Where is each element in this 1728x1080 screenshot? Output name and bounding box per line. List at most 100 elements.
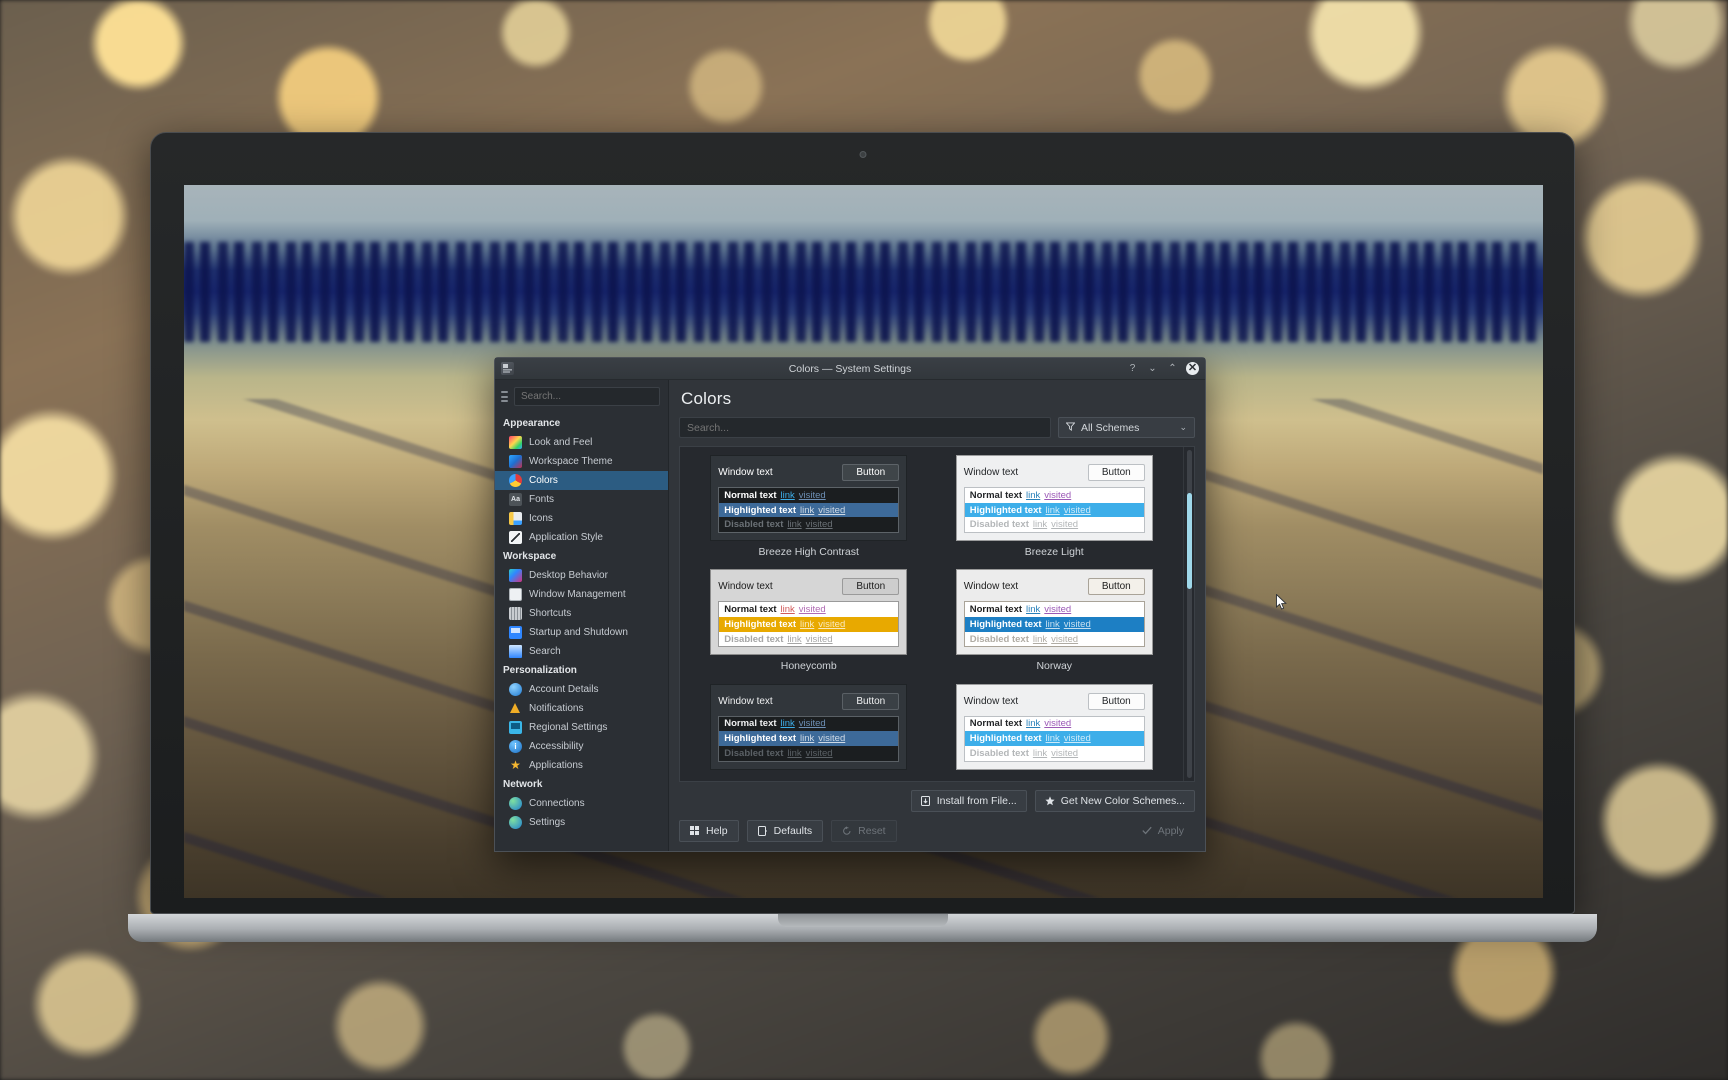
get-new-color-schemes-button[interactable]: Get New Color Schemes... (1034, 790, 1195, 812)
preview-link[interactable]: link (800, 505, 814, 516)
install-from-file-button[interactable]: Install from File... (910, 790, 1027, 812)
scheme-cell[interactable]: Window text Button Normal text link visited H… (686, 455, 932, 569)
sidebar-item-account-details[interactable]: Account Details (495, 680, 668, 699)
scrollbar-thumb[interactable] (1187, 493, 1192, 589)
preview-row-label: Highlighted text (969, 733, 1042, 745)
sidebar-search-input[interactable] (514, 387, 660, 406)
sidebar-item-workspace-theme[interactable]: Workspace Theme (495, 452, 668, 471)
applications-icon: ★ (510, 758, 521, 772)
defaults-button[interactable]: Defaults (746, 820, 824, 842)
sidebar-item-notifications[interactable]: Notifications (495, 699, 668, 718)
scheme-scrollbar[interactable] (1183, 447, 1194, 781)
preview-visited-link[interactable]: visited (1044, 604, 1071, 615)
scheme-preview[interactable]: Window text Button Normal text link visited H… (955, 683, 1153, 770)
preview-visited-link[interactable]: visited (806, 748, 833, 759)
preview-link[interactable]: link (1046, 733, 1060, 744)
preview-link[interactable]: link (1026, 718, 1040, 729)
window-title: Colors — System Settings (788, 362, 912, 375)
preview-visited-link[interactable]: visited (799, 490, 826, 501)
preview-link[interactable]: link (1046, 505, 1060, 516)
preview-visited-link[interactable]: visited (1051, 634, 1078, 645)
sidebar-item-settings[interactable]: Settings (495, 813, 668, 832)
preview-row-disabled: Disabled text link visited (965, 517, 1144, 532)
sidebar-item-icons[interactable]: Icons (495, 509, 668, 528)
sidebar-item-accessibility[interactable]: Accessibility (495, 737, 668, 756)
scheme-preview[interactable]: Window text Button Normal text link visited H… (955, 455, 1153, 541)
preview-visited-link[interactable]: visited (818, 619, 845, 630)
preview-button[interactable]: Button (1087, 464, 1145, 481)
preview-link[interactable]: link (787, 748, 801, 759)
preview-link[interactable]: link (787, 519, 801, 530)
preview-visited-link[interactable]: visited (818, 505, 845, 516)
sidebar-item-label: Notifications (529, 703, 584, 714)
preview-link[interactable]: link (787, 634, 801, 645)
preview-link[interactable]: link (1046, 619, 1060, 630)
minimize-button[interactable]: ⌄ (1146, 362, 1159, 375)
preview-link[interactable]: link (1026, 604, 1040, 615)
preview-visited-link[interactable]: visited (818, 733, 845, 744)
preview-window-text: Window text (718, 467, 773, 478)
preview-row-label: Normal text (969, 489, 1023, 501)
sidebar-item-application-style[interactable]: Application Style (495, 528, 668, 547)
preview-button[interactable]: Button (842, 464, 900, 481)
preview-button[interactable]: Button (842, 692, 900, 710)
preview-link[interactable]: link (800, 619, 814, 630)
preview-link[interactable]: link (1026, 490, 1040, 501)
sidebar-item-startup-and-shutdown[interactable]: Startup and Shutdown (495, 623, 668, 642)
preview-view: Normal text link visited Highlighted text li… (718, 601, 900, 648)
preview-link[interactable]: link (1033, 748, 1047, 759)
sidebar-item-window-management[interactable]: Window Management (495, 585, 668, 604)
preview-visited-link[interactable]: visited (1051, 519, 1078, 530)
sidebar-item-desktop-behavior[interactable]: Desktop Behavior (495, 566, 668, 585)
preview-link[interactable]: link (781, 490, 795, 501)
scheme-search-input[interactable] (679, 417, 1051, 438)
preview-link[interactable]: link (781, 604, 795, 615)
scheme-cell[interactable]: Window text Button Normal text link visited H… (932, 683, 1178, 781)
window-titlebar[interactable]: Colors — System Settings ? ⌄ ⌃ ✕ (495, 358, 1205, 380)
sidebar-item-colors[interactable]: Colors (495, 471, 668, 490)
maximize-button[interactable]: ⌃ (1166, 362, 1179, 375)
scheme-cell[interactable]: Window text Button Normal text link visited H… (686, 569, 932, 683)
preview-visited-link[interactable]: visited (799, 604, 826, 615)
scheme-preview[interactable]: Window text Button Normal text link visited H… (710, 455, 908, 541)
scheme-cell[interactable]: Window text Button Normal text link visited H… (932, 455, 1178, 569)
sidebar-item-search[interactable]: Search (495, 642, 668, 661)
preview-visited-link[interactable]: visited (1064, 505, 1091, 516)
preview-button[interactable]: Button (1087, 578, 1145, 596)
scheme-cell[interactable]: Window text Button Normal text link visited H… (686, 683, 932, 781)
sidebar-item-applications[interactable]: ★ Applications (495, 756, 668, 775)
sidebar-item-connections[interactable]: Connections (495, 794, 668, 813)
scheme-preview[interactable]: Window text Button Normal text link visited H… (955, 569, 1153, 656)
preview-link[interactable]: link (1033, 634, 1047, 645)
help-button[interactable]: Help (679, 820, 739, 842)
preview-visited-link[interactable]: visited (1064, 619, 1091, 630)
preview-visited-link[interactable]: visited (1044, 490, 1071, 501)
preview-visited-link[interactable]: visited (1064, 733, 1091, 744)
sidebar-item-regional-settings[interactable]: Regional Settings (495, 718, 668, 737)
preview-button[interactable]: Button (1087, 692, 1145, 710)
preview-visited-link[interactable]: visited (1051, 748, 1078, 759)
hamburger-menu-icon[interactable] (501, 391, 508, 402)
preview-button[interactable]: Button (842, 578, 900, 596)
scheme-cell[interactable]: Window text Button Normal text link visited H… (932, 569, 1178, 683)
preview-header: Window text Button (718, 464, 900, 481)
preview-visited-link[interactable]: visited (799, 718, 826, 729)
sidebar-item-shortcuts[interactable]: Shortcuts (495, 604, 668, 623)
preview-visited-link[interactable]: visited (806, 519, 833, 530)
footer-button-label: Defaults (773, 825, 813, 837)
scheme-preview[interactable]: Window text Button Normal text link visited H… (710, 569, 908, 656)
scheme-filter-dropdown[interactable]: All Schemes ⌄ (1058, 417, 1195, 438)
help-button[interactable]: ? (1126, 362, 1139, 375)
preview-link[interactable]: link (1033, 519, 1047, 530)
sidebar-item-look-and-feel[interactable]: Look and Feel (495, 433, 668, 452)
preview-link[interactable]: link (781, 718, 795, 729)
close-button[interactable]: ✕ (1186, 362, 1199, 375)
preview-row-label: Disabled text (969, 747, 1029, 759)
sidebar-item-label: Settings (529, 817, 566, 828)
sidebar-item-fonts[interactable]: Aa Fonts (495, 490, 668, 509)
preview-visited-link[interactable]: visited (1044, 718, 1071, 729)
preview-row-highlighted: Highlighted text link visited (719, 617, 899, 632)
scheme-preview[interactable]: Window text Button Normal text link visited H… (710, 683, 908, 770)
preview-visited-link[interactable]: visited (806, 634, 833, 645)
preview-link[interactable]: link (800, 733, 814, 744)
